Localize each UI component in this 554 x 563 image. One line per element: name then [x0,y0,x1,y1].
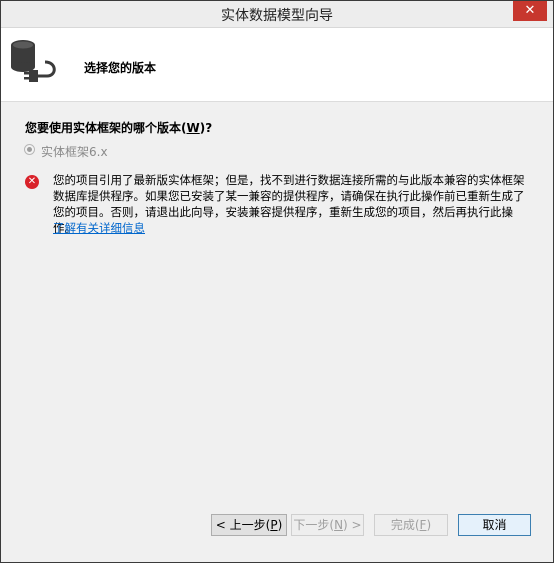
wizard-window: 实体数据模型向导 ✕ 选择您的版本 您要使用实体框架的哪个版本(W)? 实体框架… [0,0,554,563]
window-title: 实体数据模型向导 [221,8,333,24]
finish-button-text: 完成( [390,518,420,532]
close-icon: ✕ [524,3,536,18]
version-question: 您要使用实体框架的哪个版本(W)? [25,119,212,136]
wizard-header: 选择您的版本 [1,28,553,102]
radio-button[interactable] [24,144,35,155]
next-button-suffix: ) > [343,518,362,532]
next-button-hotkey: N [334,518,344,532]
button-bar: < 上一步(P) 下一步(N) > 完成(F) 取消 [1,502,553,562]
question-suffix: )? [199,121,213,135]
back-button-suffix: ) [277,518,283,532]
learn-more-link[interactable]: 了解有关详细信息 [53,220,145,236]
close-button[interactable]: ✕ [513,1,547,21]
cancel-button[interactable]: 取消 [458,514,531,536]
version-option-label: 实体框架6.x [41,145,108,159]
page-title: 选择您的版本 [84,61,157,75]
finish-button-suffix: ) [426,518,432,532]
back-button-hotkey: P [270,518,278,532]
question-hotkey: W [186,121,200,135]
back-button-text: < 上一步( [215,518,271,532]
next-button[interactable]: 下一步(N) > [291,514,364,536]
database-plug-icon [11,40,56,82]
question-text: 您要使用实体框架的哪个版本( [25,121,187,135]
back-button[interactable]: < 上一步(P) [211,514,287,536]
wizard-content: 您要使用实体框架的哪个版本(W)? 实体框架6.x ✕ 您的项目引用了最新版实体… [1,102,553,502]
next-button-text: 下一步( [293,518,335,532]
finish-button[interactable]: 完成(F) [374,514,448,536]
title-bar: 实体数据模型向导 ✕ [1,1,553,28]
error-icon: ✕ [25,175,39,189]
